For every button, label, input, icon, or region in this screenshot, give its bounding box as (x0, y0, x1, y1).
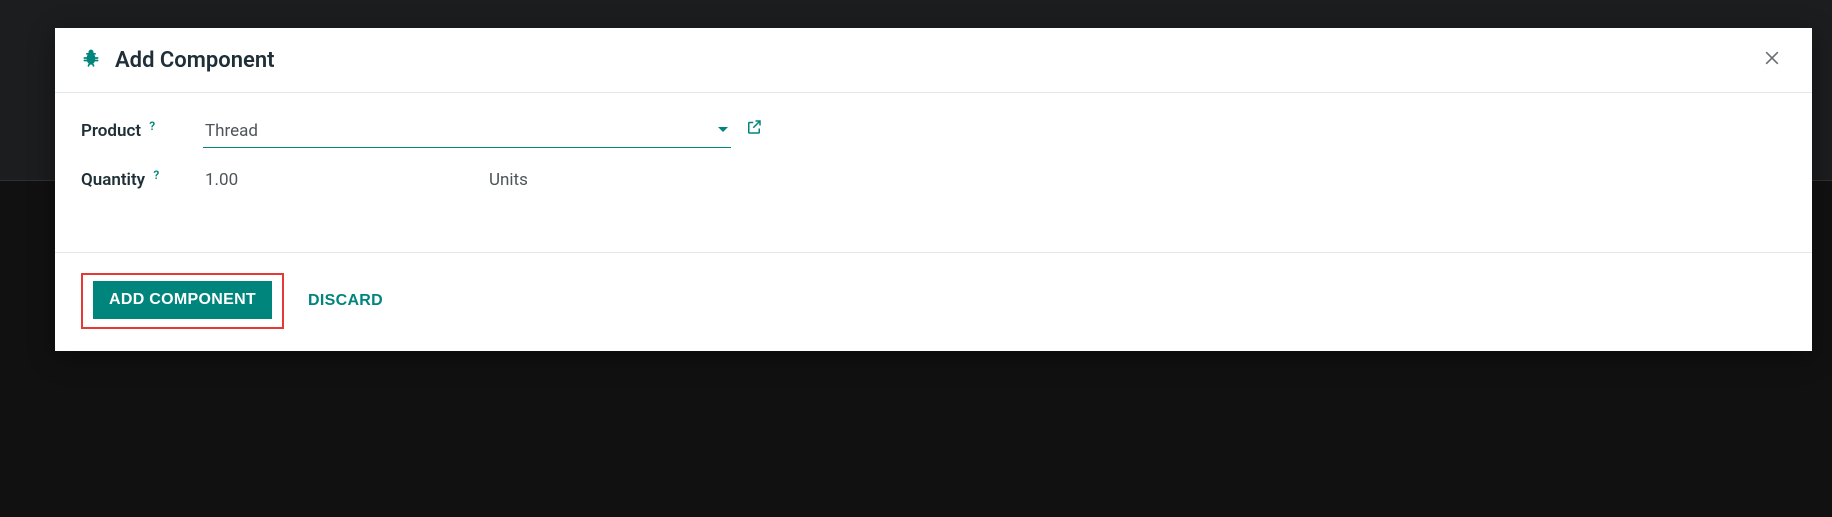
bug-icon (81, 48, 101, 72)
product-help-icon[interactable]: ? (149, 119, 155, 133)
add-component-button[interactable]: ADD COMPONENT (93, 281, 272, 319)
modal-body: Product ? Thread Quantity ? 1.00 Units (55, 93, 1812, 252)
close-button[interactable] (1758, 46, 1786, 74)
quantity-label-text: Quantity (81, 170, 145, 190)
quantity-field-row: Quantity ? 1.00 Units (81, 166, 1786, 194)
quantity-uom[interactable]: Units (489, 170, 528, 190)
product-label: Product ? (81, 121, 203, 141)
arrow-left-icon (25, 33, 47, 59)
product-select[interactable]: Thread (203, 117, 731, 148)
product-value: Thread (205, 121, 717, 141)
modal-footer: ADD COMPONENT DISCARD (55, 252, 1812, 351)
quantity-help-icon[interactable]: ? (153, 168, 159, 182)
product-field-row: Product ? Thread (81, 117, 1786, 148)
product-label-text: Product (81, 121, 141, 141)
external-link-icon (745, 118, 763, 140)
discard-button[interactable]: DISCARD (302, 291, 389, 311)
chevron-down-icon (717, 121, 729, 141)
back-button[interactable] (14, 22, 58, 70)
modal-header: Add Component (55, 28, 1812, 93)
product-external-link[interactable] (745, 118, 763, 140)
quantity-label: Quantity ? (81, 170, 203, 190)
add-component-modal: Add Component Product ? Thread (55, 28, 1812, 351)
close-icon (1762, 48, 1782, 72)
annotation-highlight: ADD COMPONENT (81, 273, 284, 329)
modal-title: Add Component (115, 48, 1758, 73)
quantity-input[interactable]: 1.00 (203, 166, 489, 194)
